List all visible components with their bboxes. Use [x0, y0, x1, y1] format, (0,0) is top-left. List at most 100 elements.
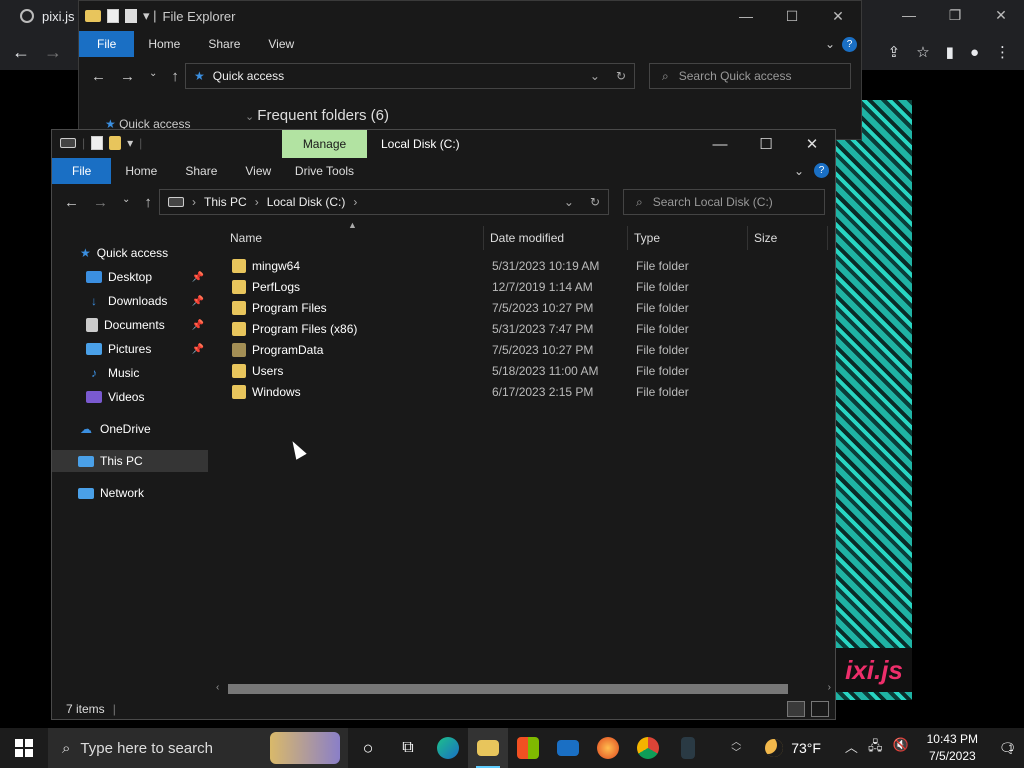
- frequent-folders-header[interactable]: ⌄ Frequent folders (6): [245, 107, 389, 124]
- back-refresh-icon[interactable]: ↻: [616, 69, 626, 83]
- pixi-canvas[interactable]: [836, 100, 912, 700]
- qat-dropdown-icon[interactable]: ▾ |: [143, 8, 157, 24]
- back-close-icon[interactable]: ✕: [815, 1, 861, 31]
- table-row[interactable]: Program Files 7/5/2023 10:27 PM File fol…: [222, 298, 822, 319]
- back-help-icon[interactable]: ?: [842, 36, 857, 52]
- search-input[interactable]: ⌕ Search Local Disk (C:): [623, 189, 825, 215]
- tray-overflow-scroll-icon[interactable]: ︿ ﹀: [723, 737, 749, 759]
- ribbon-expand-icon[interactable]: ⌄: [794, 164, 804, 178]
- back-maximize-icon[interactable]: ☐: [769, 1, 815, 31]
- address-bar[interactable]: › This PC › Local Disk (C:) › ⌄ ↻: [159, 189, 609, 215]
- tab-view[interactable]: View: [231, 158, 285, 184]
- refresh-icon[interactable]: ↻: [590, 195, 600, 209]
- back-tab-file[interactable]: File: [79, 31, 135, 57]
- large-icons-view-icon[interactable]: [811, 701, 829, 717]
- tab-drive-tools[interactable]: Drive Tools: [282, 158, 367, 184]
- nav-item-downloads[interactable]: ↓ Downloads 📌: [52, 290, 208, 312]
- pin-icon[interactable]: 📌: [192, 272, 204, 283]
- edge-button[interactable]: [428, 728, 468, 768]
- back-address-bar[interactable]: ★ Quick access ⌄ ↻: [185, 63, 635, 89]
- task-view-button[interactable]: ⧉: [388, 728, 428, 768]
- tab-file[interactable]: File: [52, 158, 112, 184]
- tab-home[interactable]: Home: [111, 158, 171, 184]
- nav-item-network[interactable]: Network: [52, 482, 208, 504]
- pin-icon[interactable]: 📌: [192, 296, 204, 307]
- chrome-menu-icon[interactable]: ⋮: [995, 43, 1010, 61]
- back-tab-share[interactable]: Share: [194, 31, 254, 57]
- table-row[interactable]: Users 5/18/2023 11:00 AM File folder: [222, 361, 822, 382]
- weather-widget[interactable]: 73°F: [749, 739, 837, 757]
- sidebar-icon[interactable]: ▮: [946, 43, 954, 61]
- back-tab-view[interactable]: View: [254, 31, 308, 57]
- close-icon[interactable]: ✕: [789, 130, 835, 158]
- nav-item-pictures[interactable]: Pictures 📌: [52, 338, 208, 360]
- column-date-modified[interactable]: Date modified: [484, 226, 628, 250]
- tab-manage[interactable]: Manage: [282, 130, 367, 158]
- breadcrumb-this-pc[interactable]: This PC: [204, 195, 247, 209]
- pin-icon[interactable]: 📌: [192, 344, 204, 355]
- recent-locations-icon[interactable]: ⌄: [122, 194, 130, 211]
- table-row[interactable]: PerfLogs 12/7/2019 1:14 AM File folder: [222, 277, 822, 298]
- properties-icon[interactable]: [107, 9, 119, 23]
- profile-icon[interactable]: ●: [970, 44, 979, 61]
- scroll-right-icon[interactable]: ›: [828, 682, 831, 693]
- clock[interactable]: 10:43 PM 7/5/2023: [917, 731, 988, 765]
- back-back-icon[interactable]: ←: [91, 68, 106, 85]
- nav-item-quick-access[interactable]: ★ Quick access: [52, 242, 208, 264]
- maximize-icon[interactable]: ☐: [743, 130, 789, 158]
- back-minimize-icon[interactable]: —: [723, 1, 769, 31]
- new-folder-icon[interactable]: [125, 9, 137, 23]
- chrome-minimize-icon[interactable]: —: [886, 0, 932, 30]
- back-tab-home[interactable]: Home: [134, 31, 194, 57]
- chrome-close-icon[interactable]: ✕: [978, 0, 1024, 30]
- table-row[interactable]: Windows 6/17/2023 2:15 PM File folder: [222, 382, 822, 403]
- up-icon[interactable]: ↑: [144, 194, 152, 211]
- nav-item-music[interactable]: ♪ Music: [52, 362, 208, 384]
- address-dropdown-icon[interactable]: ⌄: [564, 195, 574, 209]
- column-type[interactable]: Type: [628, 226, 748, 250]
- back-up-icon[interactable]: ↑: [171, 68, 179, 85]
- chrome-restore-icon[interactable]: ❐: [932, 0, 978, 30]
- table-row[interactable]: mingw64 5/31/2023 10:19 AM File folder: [222, 256, 822, 277]
- pin-icon[interactable]: 📌: [192, 320, 204, 331]
- chrome-forward-icon[interactable]: →: [44, 42, 62, 63]
- nav-item-onedrive[interactable]: ☁ OneDrive: [52, 418, 208, 440]
- back-icon[interactable]: ←: [64, 194, 79, 211]
- forward-icon[interactable]: →: [93, 194, 108, 211]
- table-row[interactable]: Program Files (x86) 5/31/2023 7:47 PM Fi…: [222, 319, 822, 340]
- properties-icon[interactable]: [91, 136, 104, 150]
- mail-button[interactable]: [548, 728, 588, 768]
- column-name[interactable]: Name: [224, 226, 484, 250]
- tab-share[interactable]: Share: [171, 158, 231, 184]
- start-button[interactable]: [0, 728, 48, 768]
- details-view-icon[interactable]: [787, 701, 805, 717]
- file-explorer-button[interactable]: [468, 728, 508, 768]
- horizontal-scrollbar[interactable]: ‹ ›: [212, 681, 835, 697]
- qat-dropdown-icon[interactable]: ▾: [127, 136, 133, 150]
- network-tray-icon[interactable]: 🖧: [868, 737, 883, 759]
- store-button[interactable]: [508, 728, 548, 768]
- scrollbar-thumb[interactable]: [228, 684, 788, 694]
- share-icon[interactable]: ⇪: [888, 43, 901, 61]
- nav-item-this-pc[interactable]: This PC: [52, 450, 208, 472]
- back-address-dropdown-icon[interactable]: ⌄: [590, 69, 600, 83]
- taskbar-search[interactable]: ⌕ Type here to search: [48, 728, 348, 768]
- minimize-icon[interactable]: —: [697, 130, 743, 158]
- back-recent-icon[interactable]: ⌄: [149, 68, 157, 85]
- firefox-button[interactable]: [588, 728, 628, 768]
- nav-item-documents[interactable]: Documents 📌: [52, 314, 208, 336]
- scroll-left-icon[interactable]: ‹: [216, 682, 219, 693]
- back-forward-icon[interactable]: →: [120, 68, 135, 85]
- cortana-button[interactable]: ○: [348, 728, 388, 768]
- app-button[interactable]: [668, 728, 708, 768]
- bookmark-star-icon[interactable]: ☆: [916, 43, 929, 61]
- nav-item-desktop[interactable]: Desktop 📌: [52, 266, 208, 288]
- chevron-up-icon[interactable]: ︿: [845, 737, 858, 759]
- notification-button[interactable]: 🗨 1: [988, 740, 1024, 757]
- help-icon[interactable]: ?: [814, 163, 829, 178]
- nav-item-videos[interactable]: Videos: [52, 386, 208, 408]
- chrome-button[interactable]: [628, 728, 668, 768]
- chrome-tab[interactable]: pixi.js: [0, 0, 80, 32]
- breadcrumb-chevron-icon[interactable]: ›: [353, 195, 357, 209]
- table-row[interactable]: ProgramData 7/5/2023 10:27 PM File folde…: [222, 340, 822, 361]
